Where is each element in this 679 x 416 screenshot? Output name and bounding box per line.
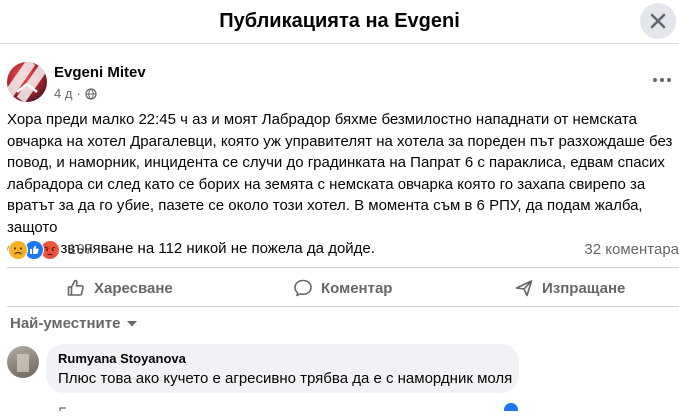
comment-footer-partial [46, 398, 679, 416]
chevron-down-icon [127, 320, 138, 326]
post-meta: 4 д · [54, 86, 97, 101]
comment-author-name[interactable]: Rumyana Stoyanova [58, 351, 186, 366]
divider [7, 306, 679, 307]
like-icon [67, 279, 84, 296]
comment-sort-dropdown[interactable]: Най-уместните [10, 315, 138, 332]
post-stats: 107 32 коментара [8, 239, 679, 260]
dialog-title: Публикацията на Evgeni [219, 10, 460, 32]
share-icon [515, 280, 533, 297]
sort-label: Най-уместните [10, 315, 121, 332]
dialog-header: Публикацията на Evgeni [0, 0, 679, 44]
comment-button[interactable]: Коментар [293, 274, 392, 302]
comments-count[interactable]: 32 коментара [584, 241, 679, 258]
like-label: Харесване [94, 279, 173, 297]
comment-text: Плюс това ако кучето е агресивно трябва … [58, 370, 513, 387]
globe-icon [85, 87, 97, 100]
post-time[interactable]: 4 д [54, 86, 72, 101]
author-avatar[interactable] [7, 62, 47, 102]
share-button[interactable]: Изпращане [514, 274, 625, 302]
share-label: Изпращане [542, 279, 626, 297]
close-button[interactable] [640, 3, 676, 39]
comment-bubble: Rumyana Stoyanova Плюс това ако кучето е… [46, 344, 519, 393]
post-author-name[interactable]: Evgeni Mitev [54, 64, 146, 81]
sad-reaction-icon [8, 240, 28, 260]
comment-label: Коментар [321, 279, 393, 297]
divider [7, 267, 679, 268]
more-options-button[interactable] [650, 70, 674, 90]
close-icon [650, 13, 666, 29]
comment-icon [294, 279, 312, 297]
post-text: Хора преди малко 22:45 ч аз и моят Лабра… [7, 111, 673, 257]
more-horizontal-icon [653, 78, 671, 82]
commenter-avatar[interactable] [7, 346, 39, 378]
reaction-count: 107 [68, 241, 94, 258]
like-button[interactable]: Харесване [66, 274, 173, 302]
